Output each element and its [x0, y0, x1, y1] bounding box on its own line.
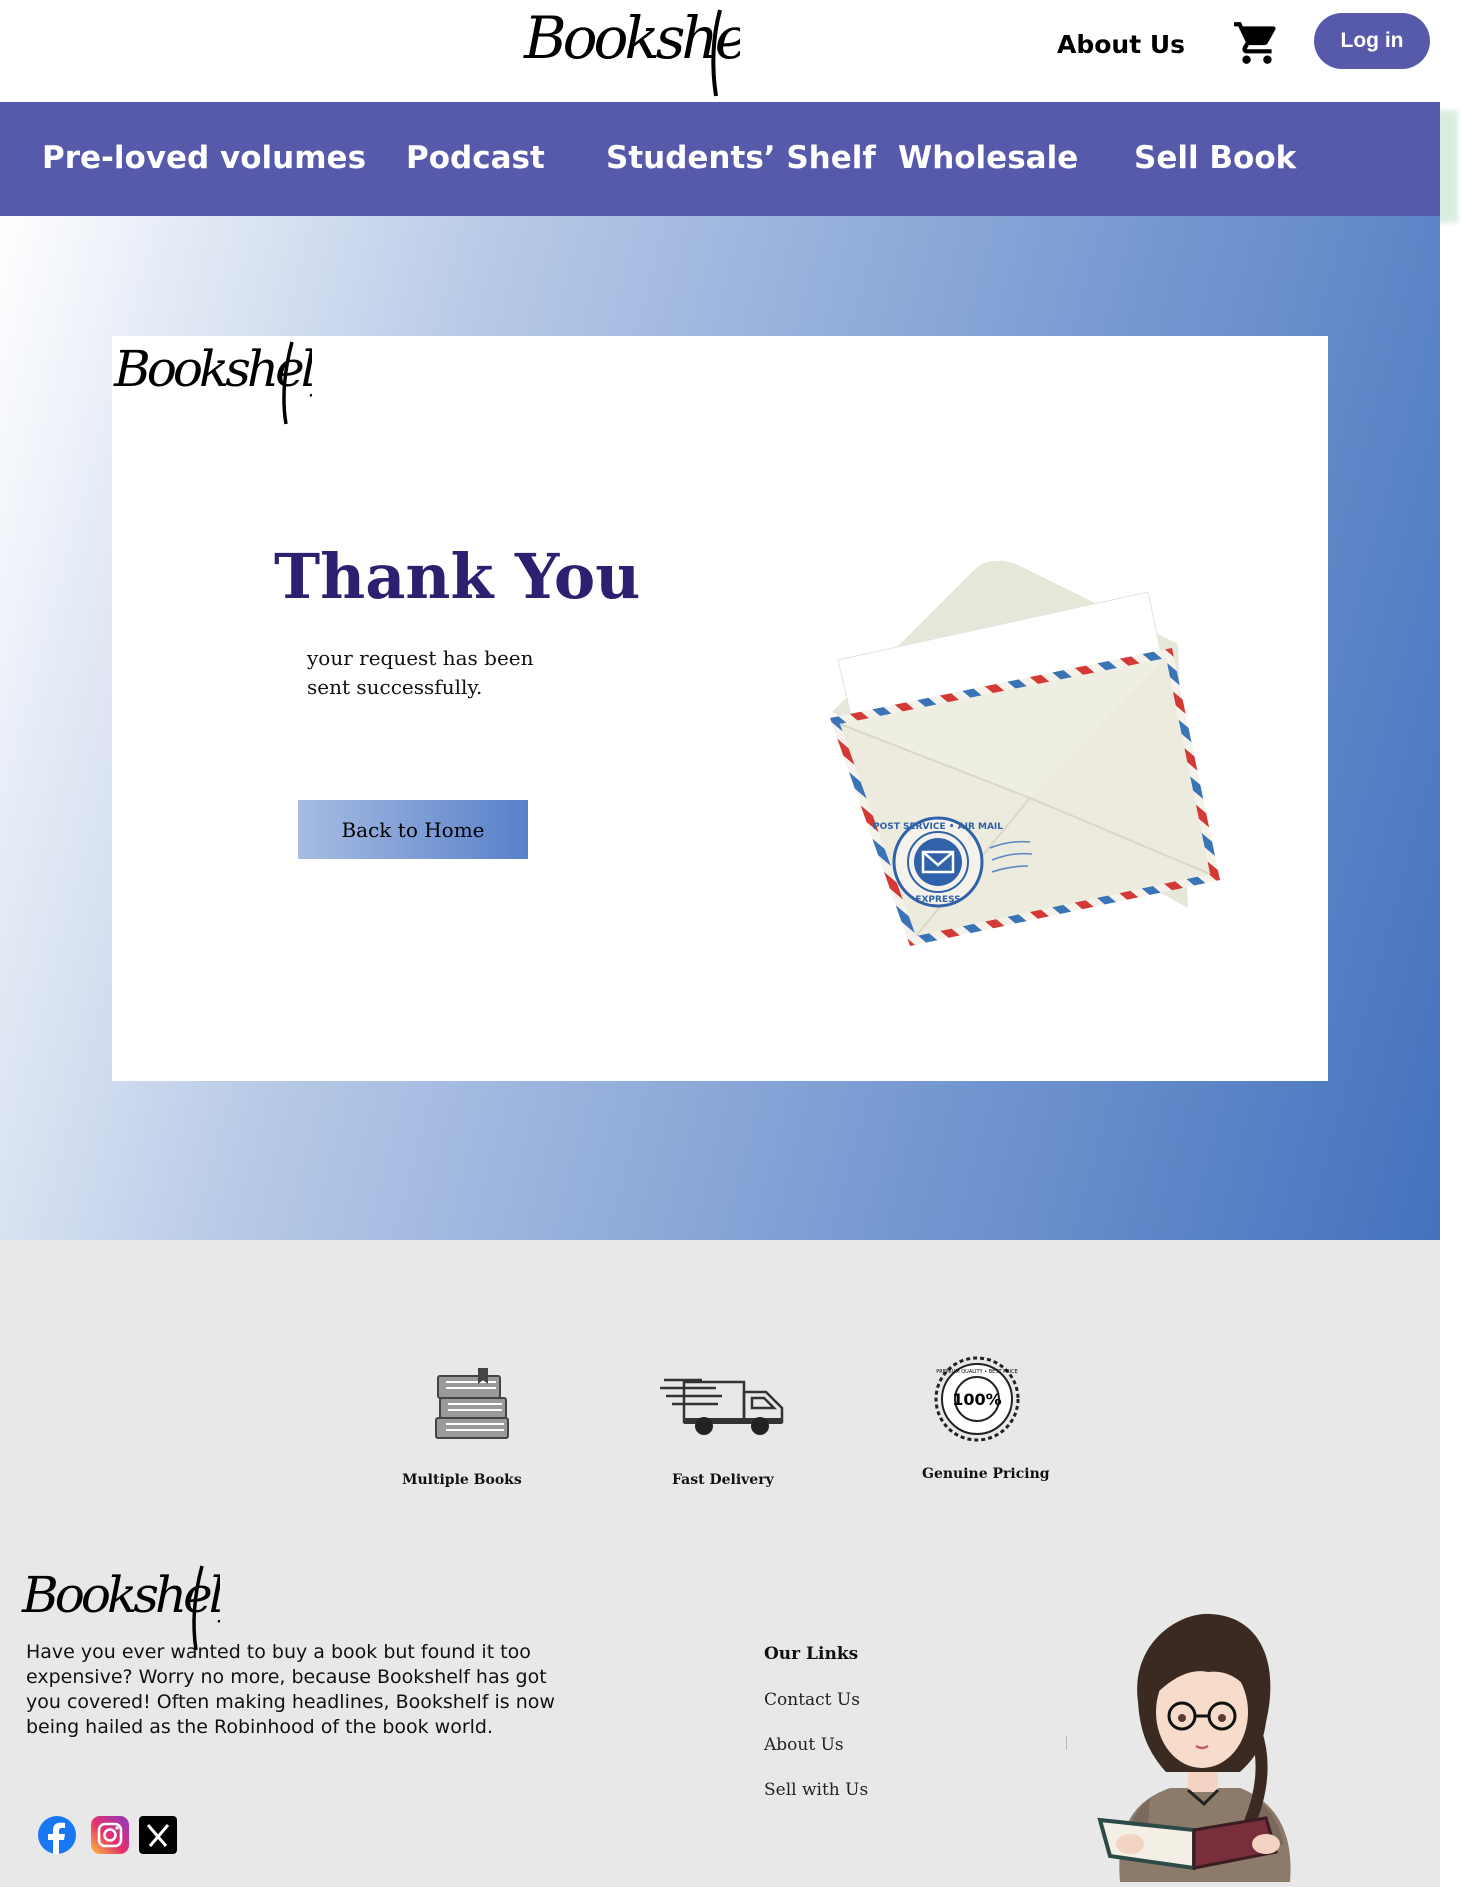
facebook-icon[interactable] [38, 1816, 76, 1854]
footer-links-title: Our Links [764, 1644, 859, 1664]
quality-seal-icon: 100% PREMIUM QUALITY • BEST PRICE [934, 1356, 1020, 1442]
instagram-icon[interactable] [91, 1816, 129, 1854]
about-us-link[interactable]: About Us [1057, 30, 1185, 59]
girl-reading-illustration [1097, 1613, 1291, 1882]
footer-divider [1066, 1736, 1067, 1750]
footer-description: Have you ever wanted to buy a book but f… [26, 1641, 555, 1738]
delivery-truck-icon [660, 1378, 784, 1435]
cart-icon[interactable] [1232, 18, 1282, 68]
card-logo: Bookshelf [113, 340, 312, 425]
seal-text: 100% [952, 1390, 1001, 1409]
thank-you-message: your request has been sent successfully. [307, 646, 534, 699]
stamp-text-bottom: EXPRESS [915, 895, 960, 905]
nav-item-sell-book[interactable]: Sell Book [1134, 140, 1296, 176]
x-icon[interactable] [139, 1816, 177, 1854]
seal-ring-text: PREMIUM QUALITY • BEST PRICE [936, 1369, 1018, 1375]
nav-item-pre-loved-volumes[interactable]: Pre-loved volumes [42, 140, 366, 176]
envelope-icon: POST SERVICE • AIR MAIL EXPRESS [830, 560, 1220, 946]
nav-item-wholesale[interactable]: Wholesale [898, 140, 1078, 176]
bookshelf-logo[interactable]: Bookshelf [520, 0, 740, 100]
stamp-text-top: POST SERVICE • AIR MAIL [873, 822, 1003, 832]
footer-link-contact-us[interactable]: Contact Us [764, 1690, 860, 1710]
login-button[interactable]: Log in [1314, 13, 1430, 69]
card-logo-text: Bookshelf [113, 340, 312, 398]
thank-you-title: Thank You [274, 540, 641, 613]
nav-item-students-shelf[interactable]: Students’ Shelf [606, 140, 876, 176]
feature-label-fast-delivery: Fast Delivery [672, 1472, 774, 1488]
feature-label-multiple-books: Multiple Books [402, 1472, 522, 1488]
footer-logo-text: Bookshelf [21, 1566, 220, 1624]
books-stack-icon [435, 1368, 509, 1439]
footer-link-about-us[interactable]: About Us [764, 1735, 844, 1755]
feature-label-genuine-pricing: Genuine Pricing [922, 1466, 1050, 1482]
logo-text: Bookshelf [523, 4, 740, 72]
footer-link-sell-with-us[interactable]: Sell with Us [764, 1780, 868, 1800]
nav-item-podcast[interactable]: Podcast [406, 140, 545, 176]
back-to-home-button[interactable]: Back to Home [298, 800, 528, 859]
